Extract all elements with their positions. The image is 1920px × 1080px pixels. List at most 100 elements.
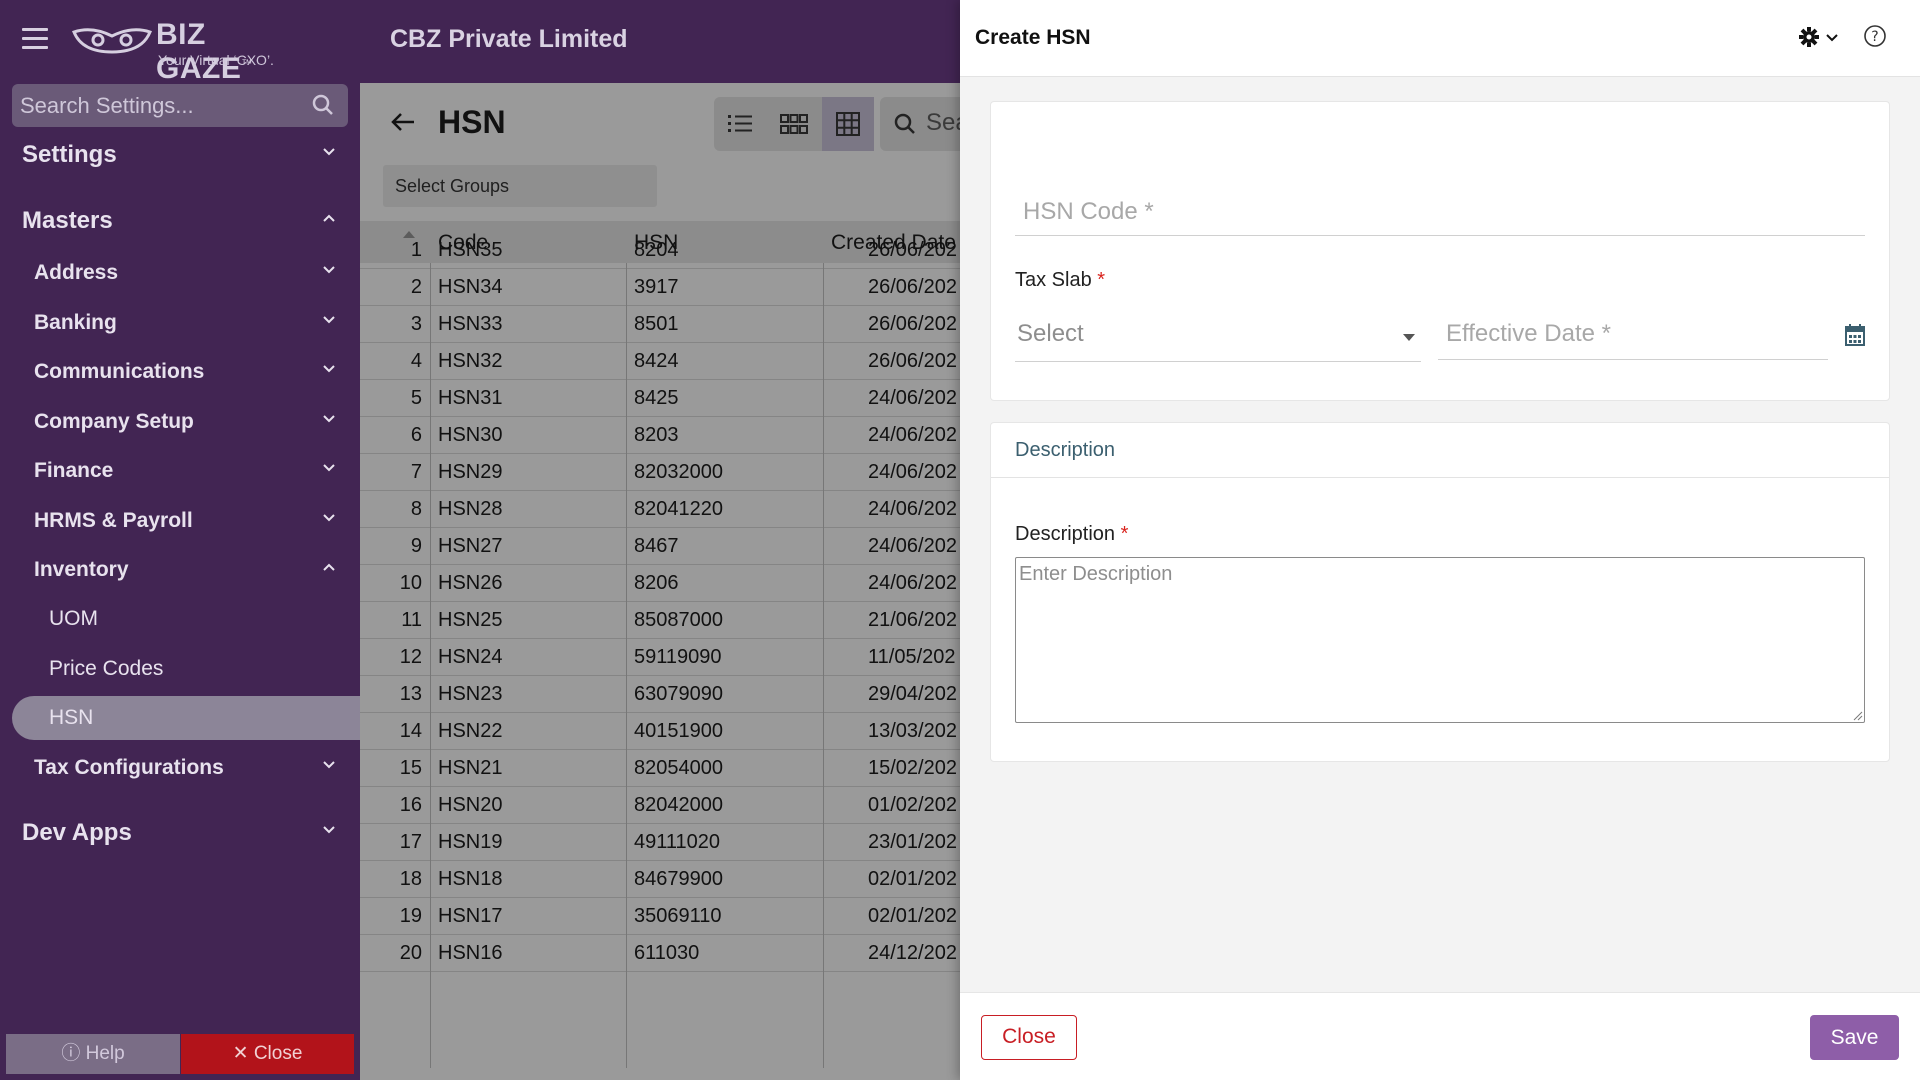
- row-code: HSN17: [438, 905, 503, 927]
- sidebar-item-label: HSN: [49, 706, 94, 729]
- page-title: HSN: [438, 104, 506, 140]
- list-search-input[interactable]: Sea: [880, 97, 960, 151]
- table-row[interactable]: 4 HSN32 8424 26/06/202: [360, 343, 960, 380]
- sidebar-search-input[interactable]: Search Settings...: [12, 84, 348, 127]
- sidebar-item-uom[interactable]: UOM: [0, 599, 360, 639]
- description-textarea[interactable]: Enter Description: [1015, 557, 1865, 723]
- row-hsn: 82032000: [634, 461, 723, 483]
- table-row[interactable]: 14 HSN22 40151900 13/03/202: [360, 713, 960, 750]
- table-row[interactable]: 18 HSN18 84679900 02/01/202: [360, 861, 960, 898]
- row-hsn: 8501: [634, 313, 679, 335]
- row-code: HSN33: [438, 313, 503, 335]
- table-row[interactable]: 12 HSN24 59119090 11/05/202: [360, 639, 960, 676]
- table-row[interactable]: 5 HSN31 8425 24/06/202: [360, 380, 960, 417]
- close-button[interactable]: Close: [981, 1015, 1077, 1060]
- table-row[interactable]: 15 HSN21 82054000 15/02/202: [360, 750, 960, 787]
- table-row[interactable]: 19 HSN17 35069110 02/01/202: [360, 898, 960, 935]
- hamburger-menu-icon[interactable]: [22, 28, 48, 50]
- sidebar-item-label: Price Codes: [49, 657, 164, 680]
- sidebar-item-price-codes[interactable]: Price Codes: [0, 649, 360, 689]
- row-created-date: 13/03/202: [868, 720, 957, 742]
- sidebar-item-tax-configurations[interactable]: Tax Configurations: [0, 748, 360, 788]
- sidebar-close-button[interactable]: ✕ Close: [181, 1034, 354, 1074]
- table-row[interactable]: 3 HSN33 8501 26/06/202: [360, 306, 960, 343]
- sidebar-item-dev-apps[interactable]: Dev Apps: [0, 813, 360, 853]
- table-grid-icon: [836, 112, 860, 136]
- sidebar-item-settings[interactable]: Settings: [0, 135, 360, 175]
- row-number: 15: [399, 757, 422, 779]
- row-hsn: 8424: [634, 350, 679, 372]
- effective-date-field[interactable]: Effective Date *: [1438, 312, 1828, 360]
- sidebar-item-inventory[interactable]: Inventory: [0, 550, 360, 590]
- row-number: 13: [399, 683, 422, 705]
- sidebar-item-label: Tax Configurations: [34, 756, 224, 779]
- chevron-down-icon[interactable]: [1826, 34, 1838, 42]
- row-hsn: 85087000: [634, 609, 723, 631]
- sidebar-item-finance[interactable]: Finance: [0, 451, 360, 491]
- help-button[interactable]: ⓘ Help: [6, 1034, 180, 1074]
- drawer-footer: Close Save: [960, 992, 1920, 1080]
- row-number: 11: [401, 609, 422, 631]
- select-groups-dropdown[interactable]: Select Groups: [383, 165, 657, 207]
- table-row[interactable]: 16 HSN20 82042000 01/02/202: [360, 787, 960, 824]
- table-row[interactable]: 9 HSN27 8467 24/06/202: [360, 528, 960, 565]
- search-icon[interactable]: [312, 94, 334, 116]
- table-view-button[interactable]: [822, 97, 874, 151]
- hsn-code-field[interactable]: HSN Code *: [1015, 190, 1865, 236]
- sidebar-item-company-setup[interactable]: Company Setup: [0, 402, 360, 442]
- description-section-header: Description: [991, 423, 1889, 478]
- row-created-date: 24/12/202: [868, 942, 957, 964]
- row-hsn: 82042000: [634, 794, 723, 816]
- chevron-down-icon: [323, 316, 335, 324]
- help-circle-icon[interactable]: ?: [1863, 24, 1887, 48]
- description-label: Description *: [1015, 523, 1129, 545]
- calendar-icon[interactable]: [1845, 324, 1865, 346]
- tax-slab-select[interactable]: Select: [1015, 312, 1421, 362]
- table-row[interactable]: 6 HSN30 8203 24/06/202: [360, 417, 960, 454]
- bizgaze-logo[interactable]: BIZ GAZE™ Your Virtual ‘CXO’.: [72, 16, 292, 85]
- sidebar-item-address[interactable]: Address: [0, 253, 360, 293]
- sidebar-item-hsn[interactable]: HSN: [12, 696, 360, 740]
- row-number: 5: [410, 387, 422, 409]
- row-created-date: 02/01/202: [868, 905, 957, 927]
- required-asterisk: *: [1120, 523, 1129, 545]
- table-row[interactable]: 17 HSN19 49111020 23/01/202: [360, 824, 960, 861]
- gear-icon[interactable]: [1798, 26, 1820, 48]
- save-button[interactable]: Save: [1810, 1015, 1899, 1060]
- row-number: 6: [410, 424, 422, 446]
- sidebar-item-label: Masters: [22, 207, 113, 234]
- card-view-button[interactable]: [768, 97, 820, 151]
- close-icon: ✕: [232, 1043, 249, 1064]
- sidebar-item-banking[interactable]: Banking: [0, 303, 360, 343]
- row-code: HSN24: [438, 646, 503, 668]
- table-row[interactable]: 11 HSN25 85087000 21/06/202: [360, 602, 960, 639]
- row-created-date: 24/06/202: [868, 461, 957, 483]
- back-arrow-icon[interactable]: [390, 111, 416, 133]
- row-hsn: 8425: [634, 387, 679, 409]
- sidebar-item-hrms-payroll[interactable]: HRMS & Payroll: [0, 501, 360, 541]
- row-number: 7: [410, 461, 422, 483]
- row-created-date: 24/06/202: [868, 535, 957, 557]
- table-row[interactable]: 13 HSN23 63079090 29/04/202: [360, 676, 960, 713]
- table-row[interactable]: 8 HSN28 82041220 24/06/202: [360, 491, 960, 528]
- card-grid-icon: [780, 114, 808, 134]
- row-number: 20: [399, 942, 422, 964]
- table-row[interactable]: 7 HSN29 82032000 24/06/202: [360, 454, 960, 491]
- table-row[interactable]: 20 HSN16 611030 24/12/202: [360, 935, 960, 972]
- row-hsn: 611030: [634, 942, 700, 964]
- resize-handle-icon[interactable]: [1853, 711, 1863, 721]
- table-row[interactable]: 1 HSN35 8204 26/06/202: [360, 232, 960, 269]
- table-row[interactable]: 10 HSN26 8206 24/06/202: [360, 565, 960, 602]
- owl-logo-icon: [72, 28, 152, 54]
- table-row[interactable]: 2 HSN34 3917 26/06/202: [360, 269, 960, 306]
- row-created-date: 26/06/202: [868, 350, 957, 372]
- row-number: 16: [399, 794, 422, 816]
- company-name[interactable]: CBZ Private Limited: [390, 25, 628, 54]
- sidebar-item-communications[interactable]: Communications: [0, 352, 360, 392]
- row-number: 14: [399, 720, 422, 742]
- row-hsn: 8204: [634, 239, 679, 261]
- hsn-code-placeholder: HSN Code *: [1023, 198, 1154, 225]
- sidebar-item-masters[interactable]: Masters: [0, 201, 360, 241]
- list-view-button[interactable]: [714, 97, 766, 151]
- chevron-down-icon: [323, 266, 335, 274]
